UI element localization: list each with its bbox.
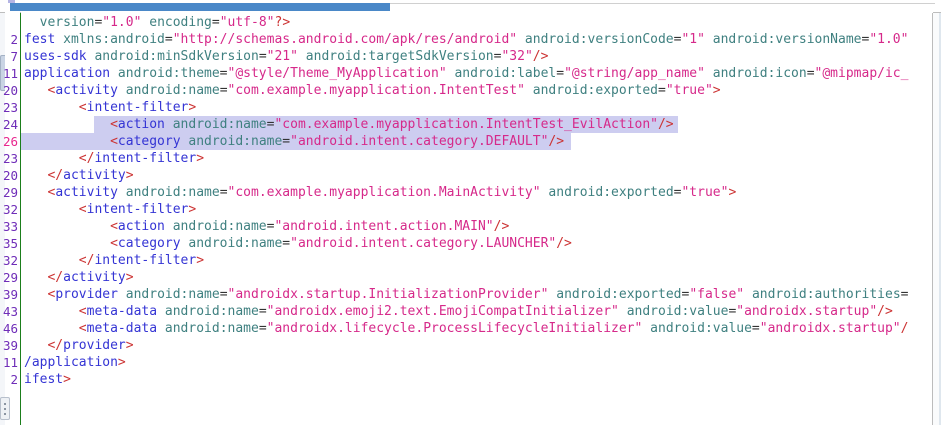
code-text: uses-sdk android:minSdkVersion="21" andr… [24,49,548,64]
line-number: 23 [3,99,18,116]
code-text: <meta-data android:name="androidx.emoji2… [24,304,893,319]
line-number: 2 [10,371,18,388]
line-number: 46 [3,320,18,337]
code-text: <intent-filter> [24,202,196,217]
tab-strip-hairline [390,3,935,4]
code-text: </intent-filter> [24,253,204,268]
code-text: </activity> [24,168,134,183]
line-number: 2 [10,31,18,48]
code-line[interactable]: <provider android:name="androidx.startup… [21,286,933,303]
code-text: </activity> [24,270,134,285]
line-number: 33 [3,218,18,235]
line-number: 39 [3,286,18,303]
code-line[interactable]: </intent-filter> [21,252,933,269]
code-line[interactable]: <category android:name="android.intent.c… [21,235,933,252]
code-text: fest xmlns:android="http://schemas.andro… [24,32,908,47]
code-text: </provider> [24,338,134,353]
line-number: 7 [10,48,18,65]
line-number-gutter: 271120232426232029323335322939434639112 [5,12,20,425]
line-number: 29 [3,184,18,201]
splitter-grip[interactable] [0,397,10,420]
line-number: 20 [3,167,18,184]
code-text: <category android:name="android.intent.c… [24,236,572,251]
line-number: 39 [3,337,18,354]
code-text: /application> [24,355,126,370]
line-number: 11 [3,65,18,82]
code-line[interactable]: <category android:name="android.intent.c… [21,133,933,150]
code-text: <action android:name="com.example.myappl… [24,117,674,132]
code-line[interactable]: <action android:name="android.intent.act… [21,218,933,235]
code-line[interactable]: </activity> [21,167,933,184]
code-line[interactable]: uses-sdk android:minSdkVersion="21" andr… [21,48,933,65]
line-number-current: 26 [3,133,18,150]
code-line[interactable]: <action android:name="com.example.myappl… [21,116,933,133]
code-editor-area[interactable]: version="1.0" encoding="utf-8"?> fest xml… [21,12,933,425]
line-number: 23 [3,150,18,167]
active-tab-accent-bar [10,3,390,11]
code-line[interactable]: </activity> [21,269,933,286]
code-line[interactable]: </intent-filter> [21,150,933,167]
code-line[interactable]: </provider> [21,337,933,354]
code-text: application android:theme="@style/Theme_… [24,66,908,81]
code-text: ifest> [24,372,71,387]
code-text: <meta-data android:name="androidx.lifecy… [24,321,908,336]
line-number: 24 [3,116,18,133]
line-number: 32 [3,252,18,269]
line-number: 29 [3,269,18,286]
code-line[interactable]: <intent-filter> [21,99,933,116]
code-text: <provider android:name="androidx.startup… [24,287,908,302]
line-number: 32 [3,201,18,218]
code-text: <category android:name="android.intent.c… [24,134,564,149]
code-line[interactable]: version="1.0" encoding="utf-8"?> [21,14,933,31]
code-line[interactable]: <intent-filter> [21,201,933,218]
code-text: <activity android:name="com.example.myap… [24,185,736,200]
code-text: <action android:name="android.intent.act… [24,219,509,234]
code-line[interactable]: <activity android:name="com.example.myap… [21,82,933,99]
code-line[interactable]: /application> [21,354,933,371]
line-number: 11 [3,354,18,371]
code-text: <activity android:name="com.example.myap… [24,83,721,98]
code-text: </intent-filter> [24,151,204,166]
line-number: 20 [3,82,18,99]
line-number: 43 [3,303,18,320]
code-line[interactable]: <meta-data android:name="androidx.emoji2… [21,303,933,320]
code-text: version="1.0" encoding="utf-8"?> [24,15,290,30]
code-line[interactable]: application android:theme="@style/Theme_… [21,65,933,82]
code-line[interactable]: fest xmlns:android="http://schemas.andro… [21,31,933,48]
code-viewer-window: 271120232426232029323335322939434639112 … [0,0,941,425]
line-number: 35 [3,235,18,252]
code-line[interactable]: <meta-data android:name="androidx.lifecy… [21,320,933,337]
code-line[interactable]: ifest> [21,371,933,388]
code-text: <intent-filter> [24,100,196,115]
code-line[interactable]: <activity android:name="com.example.myap… [21,184,933,201]
